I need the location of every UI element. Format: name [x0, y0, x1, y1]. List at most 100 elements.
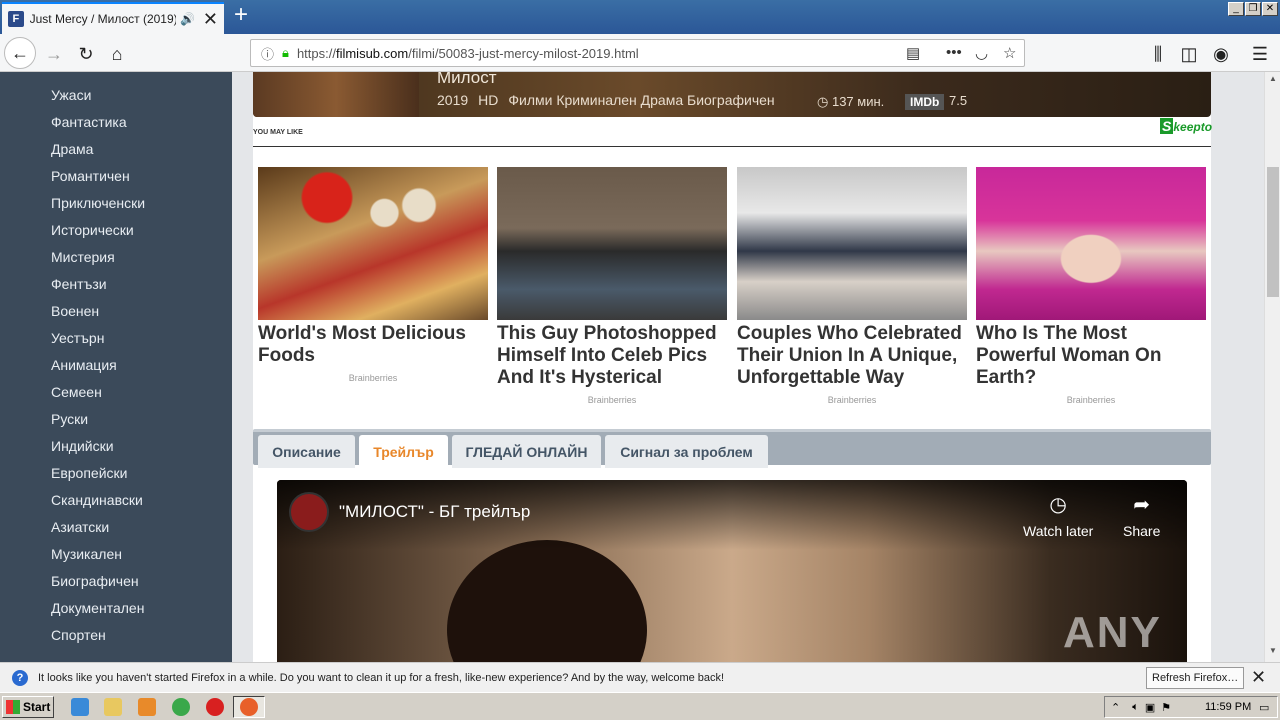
genre-link[interactable]: Спортен [51, 627, 106, 643]
volume-icon[interactable]: 🔈︎ [1132, 701, 1139, 714]
scroll-down-icon[interactable]: ▼ [1265, 646, 1280, 660]
network-icon[interactable]: ▣ [1145, 701, 1155, 714]
genre-link[interactable]: Европейски [51, 465, 127, 481]
genre-link[interactable]: Фентъзи [51, 276, 107, 292]
genre-link[interactable]: Музикален [51, 546, 122, 562]
menu-icon[interactable]: ☰ [1246, 40, 1274, 68]
card-headline[interactable]: World's Most Delicious Foods [258, 323, 488, 367]
movie-header: Милост 2019 HD Филми Криминален Драма Би… [253, 72, 1211, 117]
close-notification-icon[interactable]: ✕ [1251, 667, 1266, 688]
anyrun-watermark: ANY RUN [1063, 608, 1162, 662]
firefox-task-button[interactable] [233, 696, 265, 718]
share-label: Share [1123, 523, 1161, 539]
video-title[interactable]: "МИЛОСТ" - БГ трейлър [339, 502, 530, 522]
opera-icon[interactable] [206, 698, 224, 716]
tab-watch-online[interactable]: ГЛЕДАЙ ОНЛАЙН [452, 435, 601, 468]
genre-link[interactable]: Семеен [51, 384, 102, 400]
recommend-card[interactable]: Who Is The Most Powerful Woman On Earth?… [976, 167, 1206, 405]
system-tray: ⌃ 🔈︎ ▣ ⚑ 11:59 PM ▭ [1104, 696, 1278, 718]
genre-link[interactable]: Фантастика [51, 114, 127, 130]
card-image-queen[interactable] [976, 167, 1206, 320]
speaker-icon[interactable]: 🔊 [180, 12, 195, 26]
share-button[interactable]: ➦ Share [1123, 492, 1160, 539]
tab-report-problem[interactable]: Сигнал за проблем [605, 435, 768, 468]
url-bar[interactable]: ⓘ 🔒︎ https://filmisub.com/filmi/50083-ju… [250, 39, 1025, 67]
bookmark-star-icon[interactable]: ☆ [1003, 44, 1016, 62]
genre-link[interactable]: Военен [51, 303, 99, 319]
lock-icon[interactable]: 🔒︎ [282, 45, 289, 61]
account-icon[interactable]: ◉ [1207, 40, 1235, 68]
start-button[interactable]: Start [2, 696, 54, 718]
windows-taskbar: Start ⌃ 🔈︎ ▣ ⚑ 11:59 PM ▭ [0, 692, 1280, 720]
genre-link[interactable]: Азиатски [51, 519, 109, 535]
genre-link[interactable]: Документален [51, 600, 144, 616]
pocket-icon[interactable]: ◡ [975, 44, 988, 62]
media-player-icon[interactable] [138, 698, 156, 716]
genre-link[interactable]: Анимация [51, 357, 117, 373]
info-icon[interactable]: ⓘ [261, 44, 274, 63]
card-headline[interactable]: This Guy Photoshopped Himself Into Celeb… [497, 323, 727, 389]
card-image-couples[interactable] [737, 167, 967, 320]
youtube-player[interactable]: "МИЛОСТ" - БГ трейлър ◷ Watch later ➦ Shar… [277, 480, 1187, 662]
genre-link[interactable]: Исторически [51, 222, 134, 238]
explorer-icon[interactable] [104, 698, 122, 716]
restore-icon[interactable]: ❐ [1245, 2, 1261, 16]
card-headline[interactable]: Who Is The Most Powerful Woman On Earth? [976, 323, 1206, 389]
genre-link[interactable]: Романтичен [51, 168, 130, 184]
sidebar-toggle-icon[interactable]: ◫ [1175, 40, 1203, 68]
close-tab-icon[interactable]: ✕ [203, 10, 218, 28]
forward-button[interactable]: → [40, 40, 68, 68]
movie-genres: Филми Криминален Драма Биографичен [508, 92, 775, 108]
skeepto-logo[interactable]: Skeepto [1160, 118, 1212, 134]
genre-link[interactable]: Ужаси [51, 87, 91, 103]
skeepto-logo-text: keepto [1173, 120, 1213, 134]
browser-tab[interactable]: F Just Mercy / Милост (2019) » ... 🔊 ✕ [2, 2, 224, 34]
chrome-icon[interactable] [172, 698, 190, 716]
page-viewport: Ужаси Фантастика Драма Романтичен Приклю… [0, 72, 1264, 662]
page-actions-icon[interactable]: ••• [946, 44, 962, 61]
tab-trailer[interactable]: Трейлър [359, 435, 448, 468]
new-tab-button[interactable]: + [230, 3, 252, 28]
card-source: Brainberries [1066, 395, 1116, 405]
ie-icon[interactable] [71, 698, 89, 716]
clock-icon: ◷ [1049, 494, 1067, 516]
card-source: Brainberries [587, 395, 637, 405]
url-prefix: https:// [296, 45, 336, 61]
card-image-celeb[interactable] [497, 167, 727, 320]
genre-link[interactable]: Индийски [51, 438, 114, 454]
genre-link[interactable]: Уестърн [51, 330, 104, 346]
page-scrollbar[interactable]: ▲ ▼ [1264, 72, 1280, 662]
home-button[interactable]: ⌂ [103, 40, 131, 68]
scroll-up-icon[interactable]: ▲ [1265, 74, 1280, 88]
tab-bar: F Just Mercy / Милост (2019) » ... 🔊 ✕ +… [0, 0, 1280, 34]
tray-expand-icon[interactable]: ⌃ [1111, 701, 1120, 714]
show-desktop-icon[interactable]: ▭ [1259, 701, 1269, 714]
security-icon[interactable]: ⚑ [1161, 701, 1171, 714]
watch-later-label: Watch later [1023, 523, 1094, 539]
movie-duration: ◷ 137 мин. [817, 94, 884, 110]
genre-link[interactable]: Мистерия [51, 249, 115, 265]
browser-window: F Just Mercy / Милост (2019) » ... 🔊 ✕ +… [0, 0, 1280, 720]
card-image-pizza[interactable] [258, 167, 488, 320]
recommend-card[interactable]: This Guy Photoshopped Himself Into Celeb… [497, 167, 727, 405]
minimize-icon[interactable]: _ [1228, 2, 1244, 16]
card-headline[interactable]: Couples Who Celebrated Their Union In A … [737, 323, 967, 389]
channel-avatar[interactable] [289, 492, 329, 532]
library-icon[interactable]: ⫼ [1144, 40, 1172, 68]
genre-link[interactable]: Скандинавски [51, 492, 143, 508]
back-button[interactable]: ← [4, 37, 36, 69]
reader-view-icon[interactable]: ▤ [906, 44, 920, 62]
reload-button[interactable]: ↻ [72, 40, 100, 68]
tab-description[interactable]: Описание [258, 435, 355, 468]
content-tabs: Описание Трейлър ГЛЕДАЙ ОНЛАЙН Сигнал за… [253, 429, 1211, 468]
genre-link[interactable]: Драма [51, 141, 93, 157]
genre-link[interactable]: Руски [51, 411, 88, 427]
genre-link[interactable]: Приключенски [51, 195, 145, 211]
refresh-firefox-button[interactable]: Refresh Firefox… [1146, 667, 1245, 689]
watch-later-button[interactable]: ◷ Watch later [1023, 492, 1093, 539]
close-window-icon[interactable]: ✕ [1262, 2, 1278, 16]
scrollbar-thumb[interactable] [1267, 167, 1279, 297]
recommend-card[interactable]: World's Most Delicious Foods Brainberrie… [258, 167, 488, 383]
recommend-card[interactable]: Couples Who Celebrated Their Union In A … [737, 167, 967, 405]
genre-link[interactable]: Биографичен [51, 573, 139, 589]
